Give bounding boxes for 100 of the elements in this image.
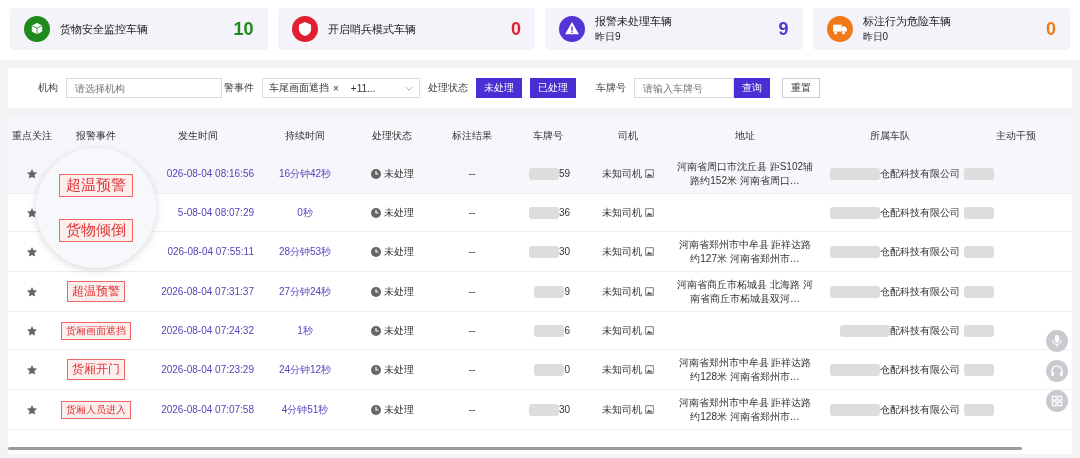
caret-icon: [405, 85, 413, 91]
star-icon[interactable]: [26, 403, 38, 416]
column-header: 持续时间: [284, 129, 326, 143]
photo-icon[interactable]: [645, 326, 654, 335]
event-select[interactable]: 车尾画面遮挡 × +11...: [262, 78, 420, 98]
table-cell: 仓配科技有限公司: [880, 284, 960, 299]
clock-icon: [370, 286, 381, 297]
more-tag: +11...: [350, 82, 376, 94]
table-cell: --: [468, 404, 476, 415]
column-header: 所属车队: [869, 129, 911, 143]
redacted-block: [528, 403, 559, 416]
clock-icon: [370, 404, 381, 415]
photo-icon[interactable]: [645, 405, 654, 414]
table-cell: 未知司机: [602, 362, 642, 377]
star-icon[interactable]: [26, 285, 38, 298]
status-button[interactable]: 已处理: [530, 78, 576, 98]
table-cell: 2026-08-04 07:31:37: [161, 286, 254, 297]
photo-icon[interactable]: [645, 247, 654, 256]
redacted-block: [528, 167, 559, 180]
column-header: 处理状态: [371, 129, 413, 143]
photo-icon[interactable]: [645, 365, 654, 374]
event-tag: 货厢人员进入: [61, 400, 131, 419]
column-header: 车牌号: [532, 129, 564, 143]
table-cell: 30: [558, 404, 570, 415]
event-tag: 货物倾倒: [59, 219, 133, 242]
photo-icon[interactable]: [645, 208, 654, 217]
table-cell: 36: [558, 207, 570, 218]
redacted-block: [830, 403, 880, 416]
redacted-block: [964, 403, 994, 416]
photo-icon[interactable]: [645, 287, 654, 296]
status-button[interactable]: 未处理: [476, 78, 522, 98]
column-header: 发生时间: [177, 129, 219, 143]
table-cell: 仓配科技有限公司: [880, 362, 960, 377]
reset-button[interactable]: 重置: [782, 78, 820, 98]
redacted-block: [528, 245, 559, 258]
star-icon[interactable]: [26, 167, 38, 180]
redacted-block: [964, 206, 994, 219]
table-cell: 28分钟53秒: [278, 244, 332, 259]
redacted-block: [830, 167, 880, 180]
redacted-block: [830, 245, 880, 258]
event-tag: 货厢画面遮挡: [61, 321, 131, 340]
card-title: 货物安全监控车辆: [60, 21, 149, 37]
table-cell: --: [468, 246, 476, 257]
event-tag: 货厢开门: [67, 359, 125, 380]
clock-icon: [370, 168, 381, 179]
status-text: 未处理: [383, 323, 414, 338]
table-cell: 配科技有限公司: [890, 323, 960, 338]
table-cell: 5-08-04 08:07:29: [177, 207, 254, 218]
table-cell: 2026-08-04 07:23:29: [161, 364, 254, 375]
table-cell: --: [468, 364, 476, 375]
status-text: 未处理: [383, 205, 414, 220]
card-count: 0: [1046, 18, 1056, 40]
selected-tag: 车尾画面遮挡: [269, 81, 329, 95]
star-icon[interactable]: [26, 206, 38, 219]
redacted-block: [830, 363, 880, 376]
table-cell: 仓配科技有限公司: [880, 402, 960, 417]
tag-remove-button[interactable]: ×: [333, 82, 339, 94]
table-cell: 24分钟12秒: [278, 362, 332, 377]
card-title: 开启哨兵模式车辆: [327, 21, 417, 37]
redacted-block: [964, 324, 994, 337]
redacted-block: [528, 206, 559, 219]
star-icon[interactable]: [26, 245, 38, 258]
photo-icon[interactable]: [645, 169, 654, 178]
status-text: 未处理: [383, 362, 414, 377]
status-text: 未处理: [383, 284, 414, 299]
plate-field[interactable]: 请输入车牌号: [634, 78, 734, 98]
card-subtitle: 昨日0: [862, 30, 890, 44]
star-icon[interactable]: [26, 324, 38, 337]
redacted-block: [534, 285, 565, 298]
table-cell: 4分钟51秒: [281, 402, 329, 417]
table-cell: 未知司机: [602, 166, 642, 181]
table-cell: 1秒: [297, 323, 313, 338]
table-cell: 0: [564, 364, 570, 375]
table-cell: 6: [564, 325, 570, 336]
address-text: 河南省郑州市中牟县 距祥达路约127米 河南省郑州市…: [677, 238, 813, 265]
redacted-block: [534, 363, 565, 376]
table-cell: 未知司机: [602, 244, 642, 259]
clock-icon: [370, 246, 381, 257]
redacted-block: [964, 245, 994, 258]
card-title: 标注行为危险车辆: [862, 14, 952, 29]
redacted-block: [830, 206, 880, 219]
address-text: 河南省郑州市中牟县 距祥达路约128米 河南省郑州市…: [677, 396, 813, 423]
column-header: 报警事件: [75, 129, 117, 143]
star-icon[interactable]: [26, 363, 38, 376]
table-cell: 未知司机: [602, 284, 642, 299]
scrollbar[interactable]: [8, 447, 1022, 450]
column-header: 地址: [734, 129, 756, 143]
address-text: 河南省周口市沈丘县 距S102辅路约152米 河南省周口…: [675, 160, 815, 187]
table-cell: 仓配科技有限公司: [880, 244, 960, 259]
card-subtitle: 昨日9: [595, 30, 622, 44]
redacted-block: [964, 167, 994, 180]
filter-label: 车牌号: [596, 81, 626, 95]
column-header: 重点关注: [11, 129, 53, 143]
table-cell: 未知司机: [602, 205, 642, 220]
event-tag: 超温预警: [67, 281, 125, 302]
redacted-block: [840, 324, 890, 337]
table-cell: 2026-08-04 07:24:32: [161, 325, 254, 336]
org-select[interactable]: 请选择机构: [66, 78, 222, 98]
card-title: 报警未处理车辆: [595, 14, 673, 29]
search-button[interactable]: 查询: [734, 78, 770, 98]
